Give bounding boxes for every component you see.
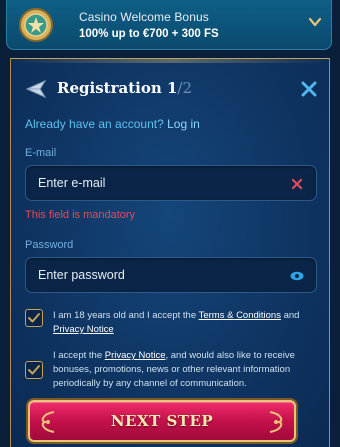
terms-privacy-link[interactable]: Privacy Notice <box>53 324 114 335</box>
next-step-button[interactable]: NEXT STEP <box>28 400 296 442</box>
terms-text-and: and <box>280 310 300 321</box>
email-label: E-mail <box>25 147 57 159</box>
clear-x-icon[interactable] <box>290 177 304 191</box>
bonus-banner[interactable]: Casino Welcome Bonus 100% up to €700 + 3… <box>6 0 332 50</box>
terms-conditions-link[interactable]: Terms & Conditions <box>199 310 281 321</box>
ornament-right-icon <box>269 411 283 433</box>
eye-icon[interactable] <box>290 269 304 283</box>
registration-title-text: Registration 1 <box>57 79 178 97</box>
registration-title: Registration 1/2 <box>57 79 192 97</box>
checkmark-icon <box>28 365 40 375</box>
email-field-wrapper <box>25 165 317 201</box>
terms-row: I am 18 years old and I accept the Terms… <box>25 309 319 339</box>
chevron-down-icon[interactable] <box>307 14 323 30</box>
terms-checkbox[interactable] <box>25 309 43 327</box>
terms-text-before: I am 18 years old and I accept the <box>53 310 199 321</box>
login-link[interactable]: Log in <box>167 117 200 131</box>
marketing-text: I accept the Privacy Notice, and would a… <box>53 349 317 391</box>
login-prompt: Already have an account? <box>25 117 164 131</box>
registration-step: /2 <box>177 79 192 97</box>
password-field-wrapper <box>25 257 317 293</box>
marketing-text-before: I accept the <box>53 350 105 361</box>
marketing-privacy-link[interactable]: Privacy Notice <box>105 350 166 361</box>
marketing-checkbox[interactable] <box>25 361 43 379</box>
coin-icon <box>19 8 53 42</box>
registration-header: Registration 1/2 <box>25 79 317 99</box>
terms-text: I am 18 years old and I accept the Terms… <box>53 309 317 337</box>
email-error: This field is mandatory <box>25 209 136 221</box>
bonus-subtitle: 100% up to €700 + 300 FS <box>79 28 219 40</box>
registration-card: Registration 1/2 Already have an account… <box>10 58 330 447</box>
back-arrow-icon[interactable] <box>25 79 47 99</box>
checkmark-icon <box>28 313 40 323</box>
password-label: Password <box>25 239 74 251</box>
close-icon[interactable] <box>301 81 317 97</box>
bonus-title: Casino Welcome Bonus <box>79 10 209 24</box>
login-prompt-row: Already have an account? Log in <box>25 117 200 131</box>
password-field[interactable] <box>38 258 278 292</box>
ornament-left-icon <box>41 411 55 433</box>
email-field[interactable] <box>38 166 278 200</box>
next-step-label: NEXT STEP <box>110 412 214 430</box>
bonus-text: Casino Welcome Bonus 100% up to €700 + 3… <box>79 10 219 40</box>
